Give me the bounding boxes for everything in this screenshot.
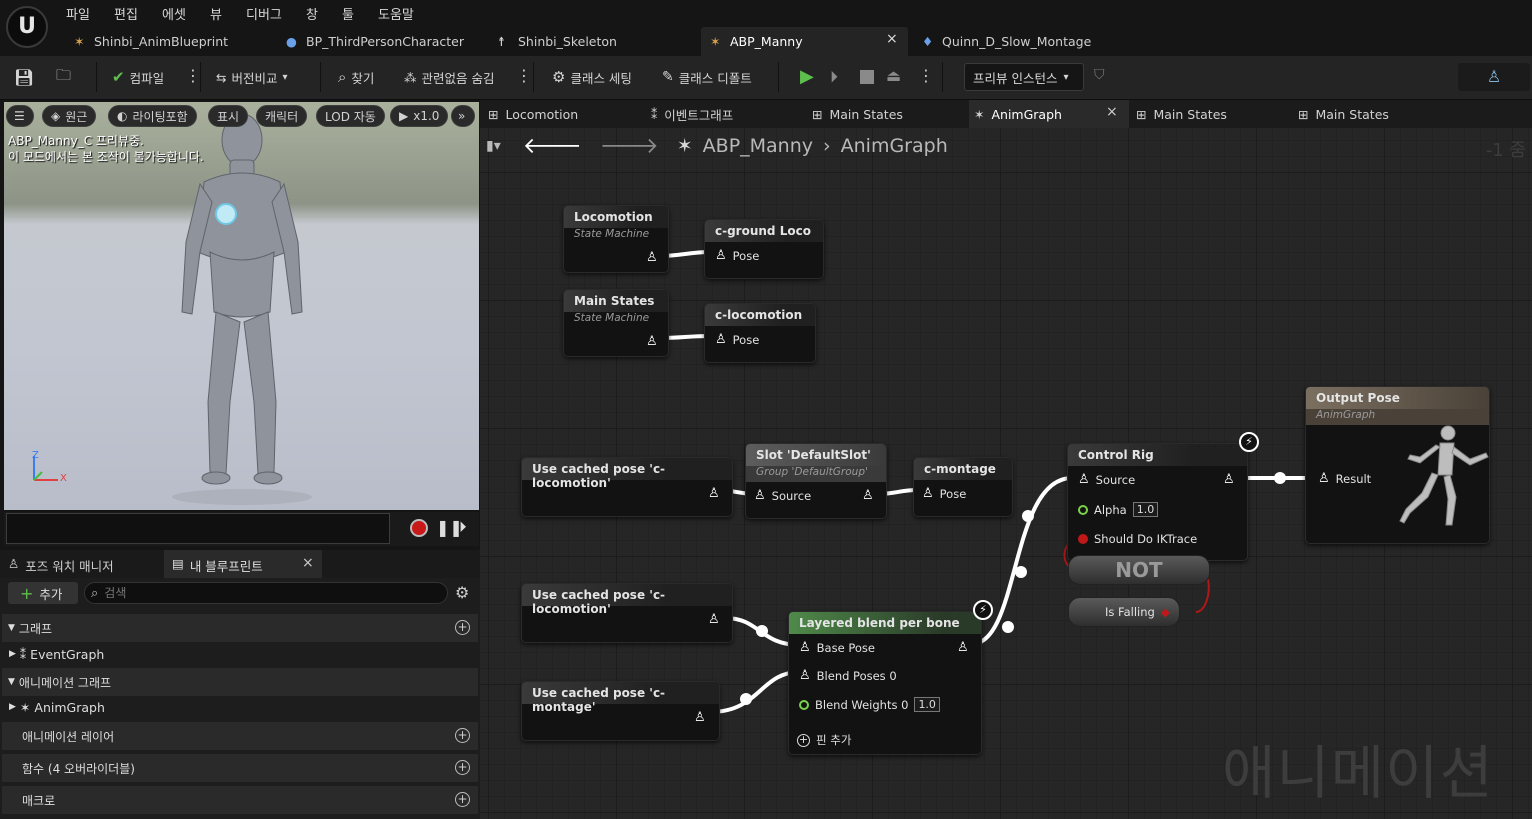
float-pin-icon[interactable] [799,699,809,710]
node-not[interactable]: NOT [1068,555,1210,585]
pose-input-pin-icon[interactable]: ♙ [799,640,811,655]
pose-input-pin-icon[interactable]: ♙ [715,248,727,263]
bool-pin-icon[interactable]: ◆ [1161,605,1170,619]
node-is-falling[interactable]: Is Falling ◆ [1068,597,1180,627]
pose-output-pin-icon[interactable]: ♙ [694,710,706,725]
pose-output-pin-icon[interactable]: ♙ [708,486,720,501]
node-locomotion-state-machine[interactable]: Locomotion State Machine ♙ [563,205,669,273]
node-output-pose[interactable]: Output Pose AnimGraph ♙ Result [1305,386,1490,544]
node-save-cached-locomotion[interactable]: c-locomotion ♙ Pose [704,303,816,363]
add-pin-icon[interactable]: + [797,733,810,747]
pose-output-pin-icon[interactable]: ♙ [862,488,874,503]
fast-path-icon: ⚡ [973,600,993,620]
node-slot-default[interactable]: Slot 'DefaultSlot' Group 'DefaultGroup' … [745,443,887,519]
node-save-cached-montage[interactable]: c-montage ♙ Pose [913,457,1013,517]
node-use-cached-montage[interactable]: Use cached pose 'c-montage' ♙ [521,681,720,741]
node-save-cached-ground-loco[interactable]: c-ground Loco ♙ Pose [704,219,824,279]
pose-output-pin-icon[interactable]: ♙ [708,612,720,627]
pose-output-pin-icon[interactable]: ♙ [957,640,969,655]
bool-pin-icon[interactable] [1078,534,1088,544]
pose-input-pin-icon[interactable]: ♙ [715,332,727,347]
node-control-rig[interactable]: Control Rig ♙ Source ♙ Alpha 1.0 Should Do… [1067,443,1248,561]
node-layered-blend-per-bone[interactable]: Layered blend per bone ♙ Base Pose ♙ ♙ Ble… [788,611,982,755]
pose-input-pin-icon[interactable]: ♙ [799,668,811,683]
blend-weight-input[interactable]: 1.0 [914,697,940,712]
running-mannequin-icon [1399,425,1489,526]
pose-output-pin-icon[interactable]: ♙ [646,334,658,349]
fast-path-icon: ⚡ [1239,432,1259,452]
node-main-states-state-machine[interactable]: Main States State Machine ♙ [563,289,669,357]
pose-output-pin-icon[interactable]: ♙ [1223,472,1235,487]
node-use-cached-locomotion-2[interactable]: Use cached pose 'c-locomotion' ♙ [521,583,733,643]
pose-input-pin-icon[interactable]: ♙ [1318,471,1330,486]
pose-input-pin-icon[interactable]: ♙ [922,486,934,501]
float-pin-icon[interactable] [1078,504,1088,515]
pose-input-pin-icon[interactable]: ♙ [754,488,766,503]
graph-wires [659,250,1318,714]
alpha-input[interactable]: 1.0 [1132,502,1159,517]
pose-output-pin-icon[interactable]: ♙ [646,250,658,265]
pose-input-pin-icon[interactable]: ♙ [1078,472,1090,487]
node-use-cached-locomotion-1[interactable]: Use cached pose 'c-locomotion' ♙ [521,457,733,517]
